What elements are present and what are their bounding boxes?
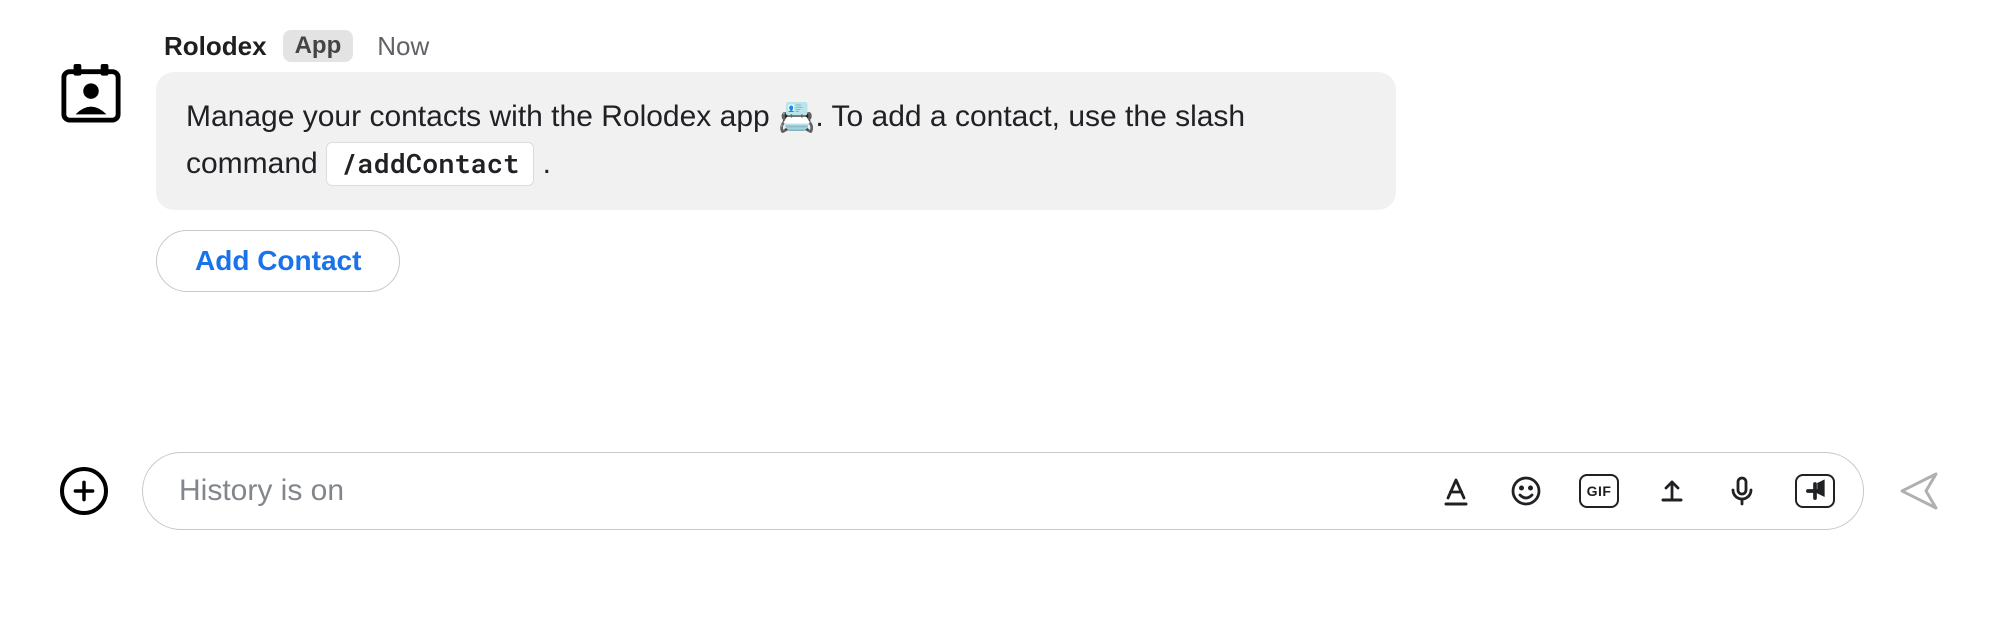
- emoji-icon[interactable]: [1509, 474, 1543, 508]
- message-timestamp: Now: [377, 31, 429, 62]
- app-badge: App: [283, 30, 354, 62]
- message-bubble: Manage your contacts with the Rolodex ap…: [156, 72, 1396, 210]
- send-icon[interactable]: [1898, 470, 1940, 512]
- compose-pill: GIF: [142, 452, 1864, 530]
- message-text-1: Manage your contacts with the Rolodex ap…: [186, 100, 778, 133]
- sender-name: Rolodex: [164, 31, 267, 62]
- message-row: Rolodex App Now Manage your contacts wit…: [60, 30, 1396, 292]
- slash-command-chip: /addContact: [326, 142, 534, 186]
- plus-icon[interactable]: [60, 467, 108, 515]
- video-create-icon[interactable]: [1795, 474, 1835, 508]
- message-text-3: .: [534, 147, 551, 180]
- compose-input[interactable]: [177, 473, 1439, 509]
- rolodex-emoji-icon: 📇: [778, 101, 815, 134]
- contact-avatar-icon: [60, 62, 122, 124]
- message-column: Rolodex App Now Manage your contacts wit…: [156, 30, 1396, 292]
- mic-icon[interactable]: [1725, 474, 1759, 508]
- gif-label: GIF: [1587, 483, 1612, 499]
- upload-icon[interactable]: [1655, 474, 1689, 508]
- add-contact-button[interactable]: Add Contact: [156, 230, 400, 292]
- gif-icon[interactable]: GIF: [1579, 474, 1619, 508]
- message-header: Rolodex App Now: [164, 30, 1396, 62]
- compose-row: GIF: [60, 452, 1940, 530]
- compose-toolbar: GIF: [1439, 474, 1835, 508]
- text-format-icon[interactable]: [1439, 474, 1473, 508]
